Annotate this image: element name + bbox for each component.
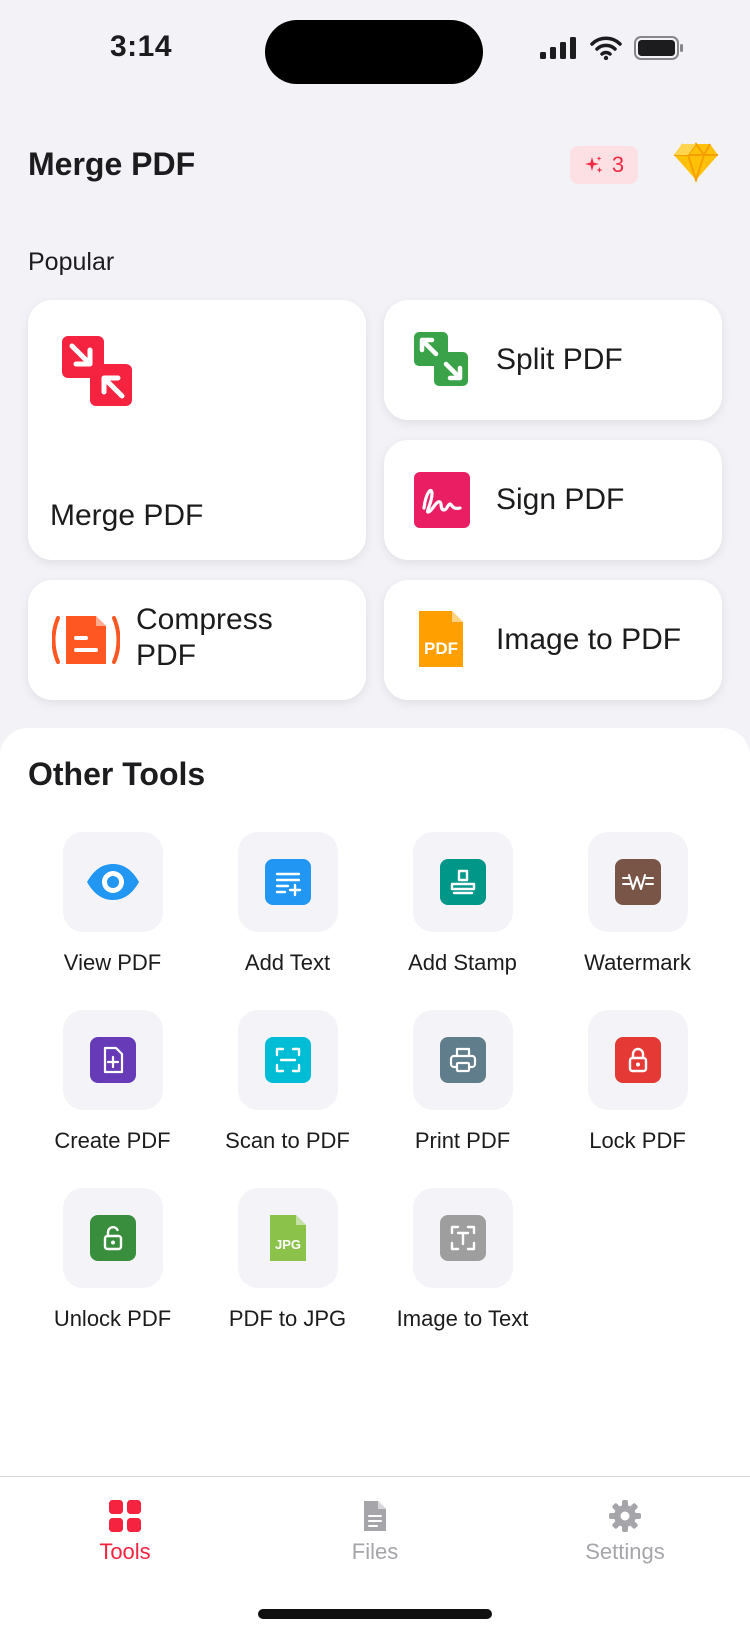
scan-icon <box>265 1037 311 1083</box>
grid-icon <box>109 1500 141 1532</box>
tool-tile: JPG <box>238 1188 338 1288</box>
popular-card-compress-pdf[interactable]: Compress PDF <box>28 580 366 700</box>
tool-label: Add Stamp <box>408 950 517 975</box>
tool-lock-pdf[interactable]: Lock PDF <box>550 1010 725 1170</box>
popular-card-image-to-pdf[interactable]: PDF Image to PDF <box>384 580 722 700</box>
page-title: Merge PDF <box>28 146 196 182</box>
dynamic-island <box>265 20 483 84</box>
other-tools-title: Other Tools <box>28 756 206 792</box>
premium-gem-icon[interactable] <box>672 142 720 187</box>
home-indicator <box>258 1609 492 1619</box>
watermark-icon <box>615 859 661 905</box>
card-label: Merge PDF <box>50 499 204 532</box>
tool-add-stamp[interactable]: Add Stamp <box>375 832 550 992</box>
signature-icon <box>414 472 470 528</box>
status-icons <box>540 36 684 60</box>
tool-watermark[interactable]: Watermark <box>550 832 725 992</box>
card-label: Compress PDF <box>136 603 273 672</box>
tool-label: Scan to PDF <box>225 1128 350 1153</box>
tool-tile <box>413 1010 513 1110</box>
tool-tile <box>63 1188 163 1288</box>
popular-section-label: Popular <box>28 248 115 276</box>
sparkles-icon <box>584 156 603 173</box>
merge-icon <box>62 336 132 406</box>
tool-image-to-text[interactable]: Image to Text <box>375 1188 550 1348</box>
tab-label: Files <box>351 1539 399 1564</box>
svg-text:JPG: JPG <box>275 1237 301 1252</box>
pdf-file-icon: PDF <box>419 611 463 667</box>
tool-unlock-pdf[interactable]: Unlock PDF <box>25 1188 200 1348</box>
tool-add-text[interactable]: Add Text <box>200 832 375 992</box>
tool-tile <box>588 832 688 932</box>
split-icon <box>414 332 468 386</box>
wifi-icon <box>590 36 622 60</box>
eye-icon <box>87 864 139 900</box>
tool-tile <box>238 832 338 932</box>
tool-tile <box>238 1010 338 1110</box>
ocr-icon <box>440 1215 486 1261</box>
tool-tile <box>413 832 513 932</box>
jpg-file-icon: JPG <box>270 1215 306 1261</box>
header: Merge PDF 3 <box>0 136 750 196</box>
add-text-icon <box>265 859 311 905</box>
gear-icon <box>609 1500 641 1532</box>
tool-tile <box>63 1010 163 1110</box>
tool-label: Lock PDF <box>589 1128 686 1153</box>
tool-label: Add Text <box>244 950 331 975</box>
tool-scan-to-pdf[interactable]: Scan to PDF <box>200 1010 375 1170</box>
tool-tile <box>588 1010 688 1110</box>
tool-create-pdf[interactable]: Create PDF <box>25 1010 200 1170</box>
credits-badge[interactable]: 3 <box>570 146 638 184</box>
tool-tile <box>63 832 163 932</box>
status-bar: 3:14 <box>0 0 750 110</box>
status-time: 3:14 <box>110 30 173 63</box>
tool-label: PDF to JPG <box>228 1306 347 1331</box>
tool-pdf-to-jpg[interactable]: JPG PDF to JPG <box>200 1188 375 1348</box>
battery-icon <box>634 36 683 60</box>
lock-icon <box>615 1037 661 1083</box>
popular-card-merge-pdf[interactable]: Merge PDF <box>28 300 366 560</box>
tab-label: Tools <box>99 1539 151 1564</box>
card-label: Split PDF <box>496 343 623 376</box>
popular-card-split-pdf[interactable]: Split PDF <box>384 300 722 420</box>
card-label: Image to PDF <box>496 623 682 656</box>
tab-settings[interactable]: Settings <box>500 1499 750 1565</box>
other-tools-panel: Other Tools View PDF Add Text Add Stamp … <box>0 728 750 1478</box>
tab-tools[interactable]: Tools <box>0 1499 250 1565</box>
printer-icon <box>440 1037 486 1083</box>
svg-text:PDF: PDF <box>424 639 458 658</box>
tool-label: Unlock PDF <box>53 1306 172 1331</box>
tab-files[interactable]: Files <box>250 1499 500 1565</box>
document-icon <box>364 1501 386 1531</box>
tool-label: Image to Text <box>396 1306 529 1331</box>
tab-label: Settings <box>585 1539 665 1564</box>
tool-label: Print PDF <box>414 1128 511 1153</box>
create-file-icon <box>90 1037 136 1083</box>
tool-print-pdf[interactable]: Print PDF <box>375 1010 550 1170</box>
card-label: Sign PDF <box>496 483 625 516</box>
unlock-icon <box>90 1215 136 1261</box>
tool-label: Create PDF <box>54 1128 171 1153</box>
credits-count: 3 <box>611 152 625 177</box>
stamp-icon <box>440 859 486 905</box>
tab-bar: Tools Files Settings <box>0 1476 750 1627</box>
compress-icon <box>52 616 120 664</box>
tool-label: Watermark <box>584 950 691 975</box>
tool-tile <box>413 1188 513 1288</box>
tool-label: View PDF <box>63 950 162 975</box>
tool-view-pdf[interactable]: View PDF <box>25 832 200 992</box>
popular-card-sign-pdf[interactable]: Sign PDF <box>384 440 722 560</box>
cellular-signal-icon <box>540 37 576 59</box>
